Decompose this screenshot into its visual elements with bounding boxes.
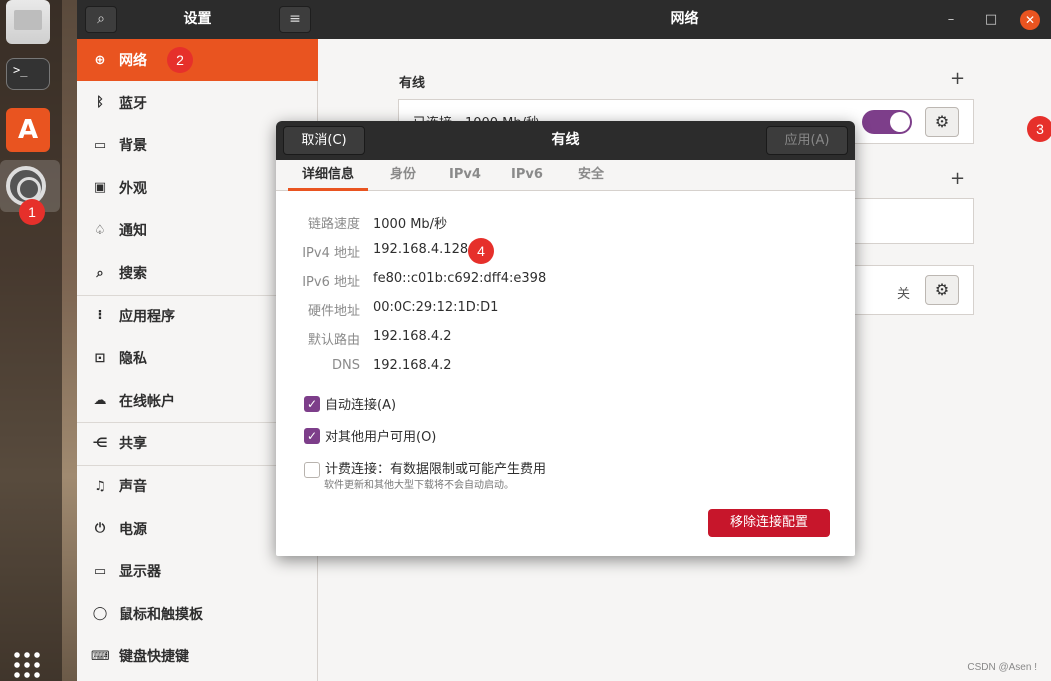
available-to-all-option[interactable]: ✓ 对其他用户可用(O) [304, 426, 436, 445]
appearance-icon: ▣ [93, 180, 107, 196]
sidebar-item-network[interactable]: ⊕ 网络 [77, 39, 318, 81]
sidebar-item-display[interactable]: ▭ 显示器 [77, 550, 318, 592]
files-icon[interactable] [6, 0, 50, 44]
available-to-all-label: 对其他用户可用(O) [325, 430, 437, 445]
auto-connect-label: 自动连接(A) [325, 398, 397, 413]
gear-icon: ⚙ [934, 280, 950, 299]
add-vpn-button[interactable]: + [950, 168, 965, 189]
detail-value: 1000 Mb/秒 [373, 217, 448, 232]
sidebar-item-label: 背景 [119, 138, 147, 155]
tab-identity[interactable]: 身份 [380, 160, 426, 191]
cancel-button[interactable]: 取消(C) [283, 126, 365, 155]
tab-ipv6[interactable]: IPv6 [504, 160, 550, 191]
maximize-button[interactable]: □ [981, 10, 1001, 30]
metered-label: 计费连接：有数据限制或可能产生费用 [325, 462, 547, 477]
minimize-button[interactable]: – [941, 10, 961, 30]
annotation-marker-3: 3 [1027, 116, 1051, 142]
detail-value: 00:0C:29:12:1D:D1 [373, 300, 499, 315]
proxy-settings-button[interactable]: ⚙ [925, 275, 959, 305]
bell-icon: ♤ [94, 222, 106, 238]
annotation-marker-1: 1 [19, 199, 45, 225]
wired-settings-dialog: 有线 取消(C) 应用(A) 详细信息 身份 IPv4 IPv6 安全 链路速度… [276, 121, 855, 556]
dialog-headerbar: 有线 取消(C) 应用(A) [276, 121, 855, 160]
sidebar-item-label: 应用程序 [119, 308, 175, 325]
network-icon: ⊕ [94, 52, 106, 68]
close-button[interactable]: ✕ [1020, 10, 1040, 30]
detail-label: 链路速度 [307, 217, 360, 232]
power-icon: ⏻ [94, 521, 106, 537]
detail-label: DNS [332, 358, 360, 373]
sidebar-item-label: 通知 [119, 223, 147, 240]
sidebar-item-label: 电源 [119, 521, 147, 538]
settings-headerbar: ⌕ 设置 ≡ 网络 – □ ✕ [77, 0, 1051, 39]
add-wired-button[interactable]: + [950, 68, 965, 89]
dock: >_ A [0, 0, 62, 681]
remove-connection-button[interactable]: 移除连接配置 [708, 509, 830, 537]
show-apps-icon[interactable] [12, 650, 42, 678]
sidebar-item-label: 显示器 [119, 564, 161, 581]
sidebar-item-label: 隐私 [119, 351, 147, 368]
sidebar-item-label: 共享 [119, 436, 147, 453]
sidebar-item-mouse[interactable]: ◯ 鼠标和触摸板 [77, 593, 318, 635]
share-icon: ⋲ [92, 435, 108, 451]
software-store-icon[interactable]: A [6, 108, 50, 152]
apply-button[interactable]: 应用(A) [766, 126, 848, 155]
wired-section-title: 有线 [399, 76, 426, 91]
detail-value: 192.168.4.2 [373, 329, 452, 344]
annotation-marker-4: 4 [468, 238, 494, 264]
sidebar-item-label: 网络 [119, 53, 147, 69]
keyboard-icon: ⌨ [91, 648, 110, 664]
lock-icon: ⊡ [94, 350, 106, 366]
search-icon: ⌕ [96, 265, 104, 281]
sidebar-item-keyboard[interactable]: ⌨ 键盘快捷键 [77, 635, 318, 677]
sidebar-item-label: 鼠标和触摸板 [119, 606, 203, 623]
sidebar-item-label: 蓝牙 [119, 95, 147, 112]
tab-ipv4[interactable]: IPv4 [442, 160, 488, 191]
wired-toggle-switch[interactable] [862, 110, 912, 134]
annotation-marker-2: 2 [167, 47, 193, 73]
detail-label: IPv4 地址 [302, 246, 360, 261]
auto-connect-option[interactable]: ✓ 自动连接(A) [304, 394, 396, 413]
watermark: CSDN @Asen ! [967, 662, 1037, 673]
gear-icon: ⚙ [934, 112, 950, 131]
music-icon: ♫ [94, 478, 106, 494]
sidebar-item-label: 声音 [119, 479, 147, 495]
metered-checkbox[interactable] [304, 462, 320, 478]
auto-connect-checkbox[interactable]: ✓ [304, 395, 320, 412]
detail-value: 192.168.4.2 [373, 358, 452, 373]
proxy-state-label: 关 [897, 287, 911, 302]
tab-details[interactable]: 详细信息 [288, 160, 368, 191]
detail-label: 硬件地址 [307, 304, 360, 319]
metered-description: 软件更新和其他大型下载将不会自动启动。 [324, 480, 514, 491]
mouse-icon: ◯ [92, 606, 108, 622]
bluetooth-icon: ᛒ [96, 95, 104, 111]
menu-button[interactable]: ≡ [279, 6, 311, 33]
background-icon: ▭ [93, 137, 107, 153]
sidebar-item-label: 键盘快捷键 [119, 649, 189, 666]
dialog-tabs: 详细信息 身份 IPv4 IPv6 安全 [276, 160, 855, 191]
wired-settings-button[interactable]: ⚙ [925, 107, 959, 137]
detail-value: 192.168.4.128 [373, 242, 469, 257]
cloud-icon: ☁ [93, 393, 107, 409]
tab-security[interactable]: 安全 [568, 160, 614, 191]
available-to-all-checkbox[interactable]: ✓ [304, 427, 320, 444]
sidebar-item-label: 搜索 [119, 266, 147, 282]
apps-icon: ⁝ [97, 308, 103, 324]
sidebar-item-label: 外观 [119, 180, 147, 197]
detail-label: 默认路由 [307, 333, 360, 348]
display-icon: ▭ [93, 563, 107, 579]
metered-option[interactable]: 计费连接：有数据限制或可能产生费用 [304, 458, 546, 478]
detail-label: IPv6 地址 [302, 275, 360, 290]
detail-value: fe80::c01b:c692:dff4:e398 [373, 271, 547, 286]
sidebar-item-bluetooth[interactable]: ᛒ 蓝牙 [77, 82, 318, 124]
hamburger-icon: ≡ [289, 11, 301, 27]
terminal-icon[interactable]: >_ [6, 58, 50, 90]
sidebar-item-label: 在线帐户 [119, 393, 175, 410]
